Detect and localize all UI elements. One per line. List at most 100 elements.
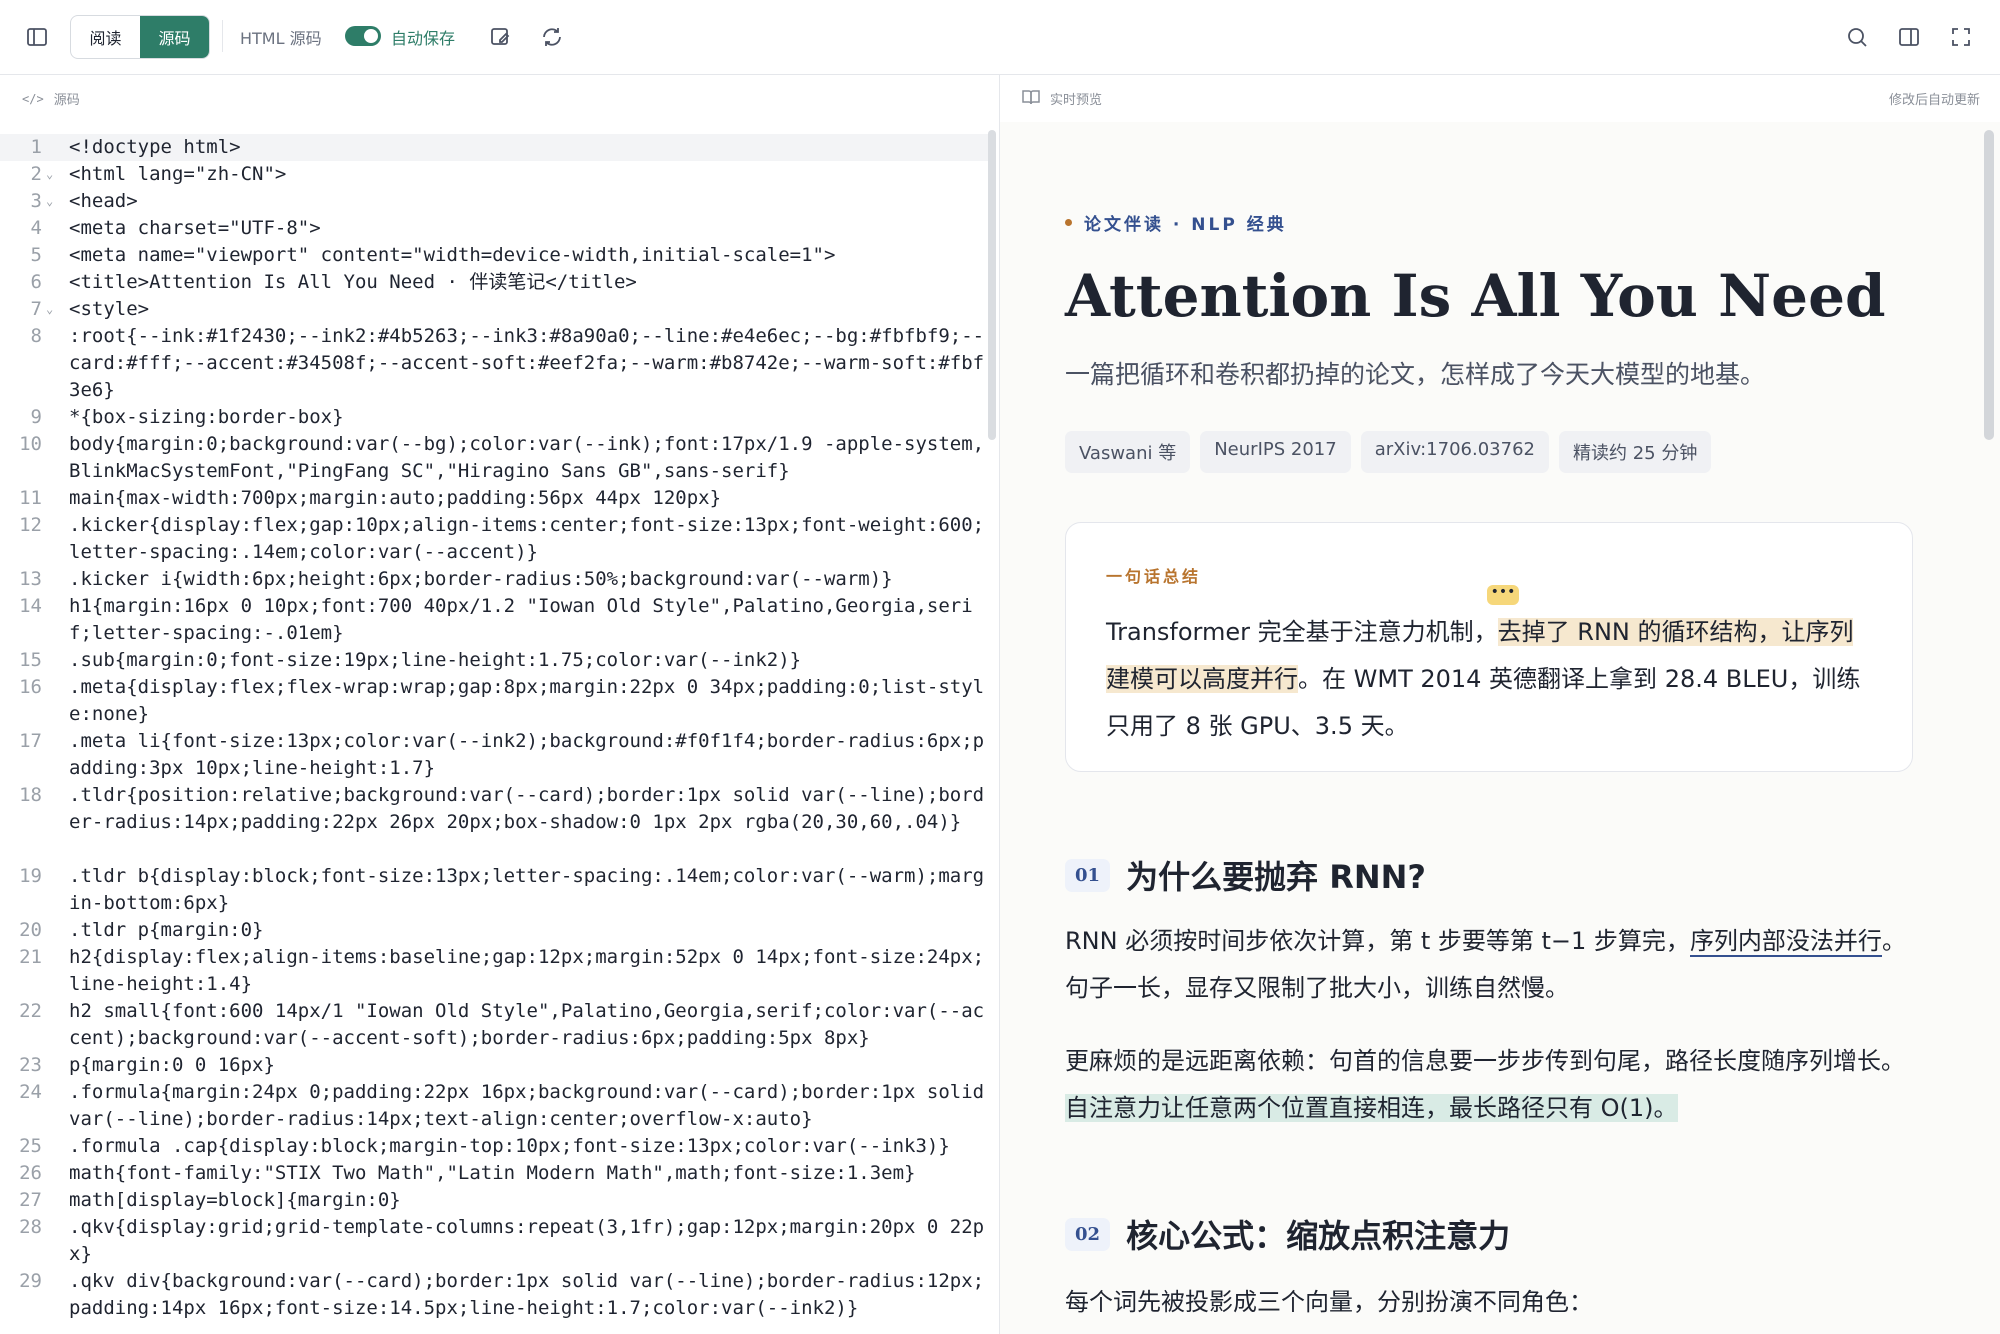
line-number: 7 (30, 298, 42, 320)
top-toolbar: 阅读 源码 HTML 源码 自动保存 (0, 0, 2000, 75)
code-line[interactable]: 26 math{font-family:"STIX Two Math","Lati… (0, 1160, 990, 1187)
more-menu-button[interactable]: ••• (1487, 585, 1519, 605)
code-line[interactable]: 25 .formula .cap{display:block;margin-top… (0, 1133, 990, 1160)
sidebar-toggle-icon[interactable] (22, 22, 52, 52)
code-line[interactable]: 5 <meta name="viewport" content="width=de… (0, 242, 990, 269)
line-number: 8 (30, 325, 42, 347)
code-line[interactable]: 11 main{max-width:700px;margin:auto;paddi… (0, 485, 990, 512)
fold-chevron-icon[interactable]: ⌄ (46, 188, 53, 215)
code-text: .qkv div{background:var(--card);border:1… (69, 1270, 985, 1319)
code-text: :root{--ink:#1f2430;--ink2:#4b5263;--ink… (69, 325, 985, 401)
tldr-label: 一句话总结 (1106, 567, 1202, 586)
paragraph: 更麻烦的是远距离依赖：句首的信息要一步步传到句尾，路径长度随序列增长。自注意力让… (1065, 1038, 1920, 1132)
code-line[interactable]: 9 *{box-sizing:border-box} (0, 404, 990, 431)
code-text: .meta{display:flex;flex-wrap:wrap;gap:8p… (69, 676, 985, 725)
paragraph-text: 更麻烦的是远距离依赖：句首的信息要一步步传到句尾，路径长度随序列增长。 (1065, 1047, 1905, 1075)
code-text: .qkv{display:grid;grid-template-columns:… (69, 1216, 985, 1265)
tldr-text-part: Transformer 完全基于注意力机制， (1106, 618, 1498, 646)
code-line[interactable]: 8 :root{--ink:#1f2430;--ink2:#4b5263;--in… (0, 323, 990, 404)
line-number: 9 (30, 406, 42, 428)
book-icon (1022, 89, 1040, 109)
meta-tag: Vaswani 等 (1065, 431, 1191, 473)
line-number: 5 (30, 244, 42, 266)
code-line[interactable]: 18 .tldr{position:relative;background:var… (0, 782, 990, 863)
line-number: 12 (19, 514, 42, 536)
code-line[interactable]: 19 .tldr b{display:block;font-size:13px;l… (0, 863, 990, 917)
code-line[interactable]: 23 p{margin:0 0 16px} (0, 1052, 990, 1079)
line-number: 2 (30, 163, 42, 185)
code-text: .sub{margin:0;font-size:19px;line-height… (69, 649, 802, 671)
code-text: .tldr p{margin:0} (69, 919, 264, 941)
code-line[interactable]: 3 ⌄ <head> (0, 188, 990, 215)
read-mode-button[interactable]: 阅读 (71, 16, 140, 58)
section-number: 02 (1065, 1217, 1111, 1251)
code-line[interactable]: 29 .qkv div{background:var(--card);border… (0, 1268, 990, 1334)
preview-scrollbar[interactable] (1984, 130, 1994, 440)
code-line[interactable]: 15 .sub{margin:0;font-size:19px;line-heig… (0, 647, 990, 674)
auto-update-hint: 修改后自动更新 (1888, 93, 1980, 108)
code-text: body{margin:0;background:var(--bg);color… (69, 433, 985, 482)
code-line[interactable]: 16 .meta{display:flex;flex-wrap:wrap;gap:… (0, 674, 990, 728)
code-line[interactable]: 2 ⌄ <html lang="zh-CN"> (0, 161, 990, 188)
code-line[interactable]: 7 ⌄ <style> (0, 296, 990, 323)
source-mode-button[interactable]: 源码 (140, 16, 209, 58)
kicker: 论文伴读 · NLP 经典 (1065, 210, 1287, 235)
code-text: <meta charset="UTF-8"> (69, 217, 321, 239)
code-text: .formula .cap{display:block;margin-top:1… (69, 1135, 950, 1157)
section-heading-2: 02 核心公式：缩放点积注意力 (1065, 1211, 1510, 1257)
view-mode-switch: 阅读 源码 (70, 15, 210, 59)
line-number: 18 (19, 784, 42, 806)
code-line[interactable]: 20 .tldr p{margin:0} (0, 917, 990, 944)
line-number: 27 (19, 1189, 42, 1211)
paragraph: 每个词先被投影成三个向量，分别扮演不同角色： (1065, 1288, 1593, 1316)
code-text: .formula{margin:24px 0;padding:22px 16px… (69, 1081, 996, 1130)
toolbar-divider (222, 20, 223, 52)
source-pane-title: 源码 (53, 93, 80, 108)
code-line[interactable]: 22 h2 small{font:600 14px/1 "Iowan Old St… (0, 998, 990, 1052)
line-number: 29 (19, 1270, 42, 1292)
code-text: math{font-family:"STIX Two Math","Latin … (69, 1162, 916, 1184)
code-text: <style> (69, 298, 150, 320)
section-title: 为什么要抛弃 RNN? (1126, 858, 1426, 896)
paragraph: RNN 必须按时间步依次计算，第 t 步要等第 t−1 步算完，序列内部没法并行… (1065, 918, 1920, 1012)
article-subtitle: 一篇把循环和卷积都扔掉的论文，怎样成了今天大模型的地基。 (1065, 360, 1766, 389)
line-number: 6 (30, 271, 42, 293)
autosave-toggle[interactable] (345, 26, 381, 46)
line-number: 4 (30, 217, 42, 239)
code-line[interactable]: 6 <title>Attention Is All You Need · 伴读笔记… (0, 269, 990, 296)
section-title: 核心公式：缩放点积注意力 (1126, 1217, 1511, 1255)
code-text: .meta li{font-size:13px;color:var(--ink2… (69, 730, 985, 779)
code-text: h2{display:flex;align-items:baseline;gap… (69, 946, 985, 995)
edit-icon[interactable] (485, 22, 515, 52)
code-line[interactable]: 28 .qkv{display:grid;grid-template-column… (0, 1214, 990, 1268)
code-icon: </> (22, 91, 44, 106)
fold-chevron-icon[interactable]: ⌄ (46, 161, 53, 188)
preview-pane-header: 实时预览 修改后自动更新 (1000, 75, 2000, 123)
meta-tag: NeurIPS 2017 (1200, 431, 1351, 473)
code-line[interactable]: 4 <meta charset="UTF-8"> (0, 215, 990, 242)
code-editor[interactable]: 1 <!doctype html> 2 ⌄ <html lang="zh-CN"> 3 ⌄ <… (0, 122, 999, 1334)
code-line[interactable]: 12 .kicker{display:flex;gap:10px;align-it… (0, 512, 990, 566)
refresh-icon[interactable] (537, 22, 567, 52)
code-line[interactable]: 24 .formula{margin:24px 0;padding:22px 16… (0, 1079, 990, 1133)
code-line[interactable]: 21 h2{display:flex;align-items:baseline;g… (0, 944, 990, 998)
code-text: h2 small{font:600 14px/1 "Iowan Old Styl… (69, 1000, 985, 1049)
code-line[interactable]: 14 h1{margin:16px 0 10px;font:700 40px/1.… (0, 593, 990, 647)
fold-chevron-icon[interactable]: ⌄ (46, 296, 53, 323)
code-scrollbar[interactable] (988, 130, 996, 440)
code-text: main{max-width:700px;margin:auto;padding… (69, 487, 722, 509)
search-icon[interactable] (1842, 22, 1872, 52)
code-line[interactable]: 17 .meta li{font-size:13px;color:var(--in… (0, 728, 990, 782)
code-line[interactable]: 13 .kicker i{width:6px;height:6px;border-… (0, 566, 990, 593)
code-line[interactable]: 27 math[display=block]{margin:0} (0, 1187, 990, 1214)
code-line[interactable]: 10 body{margin:0;background:var(--bg);col… (0, 431, 990, 485)
line-number: 17 (19, 730, 42, 752)
line-number: 11 (19, 487, 42, 509)
code-text: <html lang="zh-CN"> (69, 163, 287, 185)
fullscreen-icon[interactable] (1946, 22, 1976, 52)
line-number: 25 (19, 1135, 42, 1157)
code-line[interactable]: 1 <!doctype html> (0, 134, 990, 161)
line-number: 16 (19, 676, 42, 698)
meta-tags: Vaswani 等 NeurIPS 2017 arXiv:1706.03762 … (1065, 431, 1712, 473)
split-view-icon[interactable] (1894, 22, 1924, 52)
